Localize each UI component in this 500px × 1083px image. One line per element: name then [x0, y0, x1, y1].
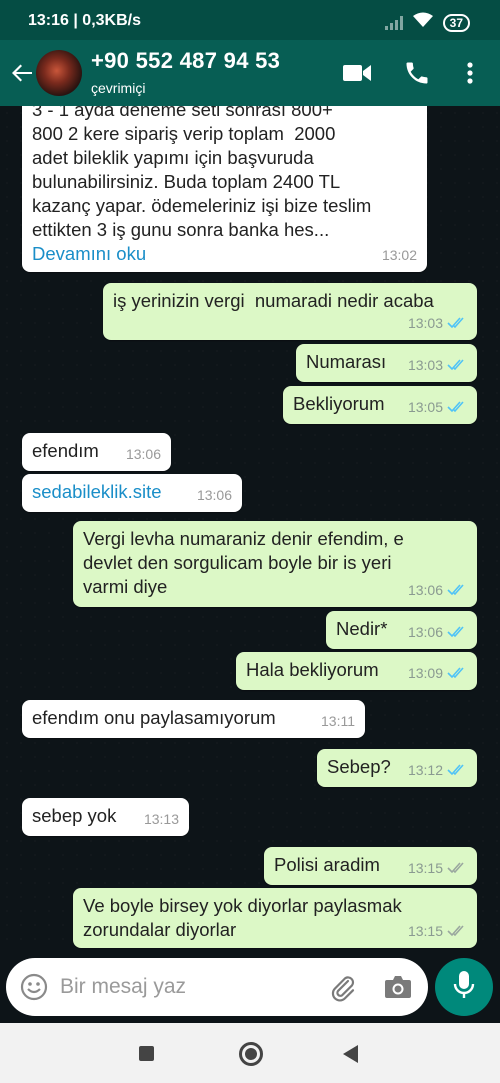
message-time: 13:03: [407, 315, 443, 331]
status-bar: 13:16 | 0,3KB/s 37: [0, 0, 500, 40]
chat-header: +90 552 487 94 53 çevrimiçi: [0, 40, 500, 106]
message-time: 13:09: [407, 665, 443, 681]
message-time: 13:06: [407, 582, 443, 598]
delivered-ticks-icon: [447, 862, 467, 874]
message-time: 13:05: [407, 399, 443, 415]
message-meta: 13:15: [408, 856, 467, 880]
message-time: 13:13: [143, 811, 179, 827]
read-ticks-icon: [447, 317, 467, 329]
emoji-icon[interactable]: [20, 973, 48, 1006]
message-outgoing[interactable]: iş yerinizin vergi numaradi nedir acaba …: [103, 283, 477, 340]
message-time: 13:15: [407, 923, 443, 939]
wifi-icon: [412, 12, 433, 33]
message-meta: 13:06: [126, 442, 161, 466]
message-outgoing[interactable]: Vergi levha numaraniz denir efendim, e d…: [73, 521, 477, 607]
message-time: 13:15: [407, 860, 443, 876]
message-outgoing[interactable]: Polisi aradim 13:15: [264, 847, 477, 885]
home-icon[interactable]: [239, 1042, 263, 1066]
message-outgoing[interactable]: Bekliyorum 13:05: [283, 386, 477, 424]
recent-apps-icon[interactable]: [139, 1046, 154, 1061]
message-incoming[interactable]: efendım onu paylasamıyorum 13:11: [22, 700, 365, 738]
message-time: 13:12: [407, 762, 443, 778]
message-meta: 13:02: [382, 243, 417, 267]
delivered-ticks-icon: [447, 925, 467, 937]
message-outgoing[interactable]: Nedir* 13:06: [326, 611, 477, 649]
read-more-link[interactable]: Devamını oku: [32, 242, 417, 266]
message-incoming[interactable]: 3 - 1 ayda deneme seti sonrası 800+ 800 …: [22, 106, 427, 272]
read-ticks-icon: [447, 667, 467, 679]
message-outgoing[interactable]: Hala bekliyorum 13:09: [236, 652, 477, 690]
message-incoming[interactable]: sedabileklik.site 13:06: [22, 474, 242, 512]
message-meta: 13:03: [408, 353, 467, 377]
message-meta: 13:06: [408, 578, 467, 602]
message-outgoing[interactable]: Numarası 13:03: [296, 344, 477, 382]
mic-icon: [453, 970, 475, 1005]
message-text: efendım onu paylasamıyorum: [32, 707, 276, 728]
contact-status: çevrimiçi: [91, 80, 146, 96]
battery-icon: 37: [442, 13, 470, 32]
arrow-left-icon[interactable]: [8, 59, 36, 87]
message-meta: 13:03: [408, 311, 467, 335]
message-meta: 13:11: [321, 709, 355, 733]
message-time: 13:03: [407, 357, 443, 373]
read-ticks-icon: [447, 584, 467, 596]
message-meta: 13:06: [197, 483, 232, 507]
clock: 13:16: [28, 12, 69, 29]
message-time: 13:06: [196, 487, 232, 503]
more-vert-icon[interactable]: [466, 61, 474, 90]
status-time: 13:16 | 0,3KB/s: [28, 12, 141, 29]
read-ticks-icon: [447, 626, 467, 638]
message-time: 13:06: [125, 446, 161, 462]
message-input-bar: [6, 958, 428, 1016]
status-icons: 37: [384, 12, 470, 33]
message-text: 3 - 1 ayda deneme seti sonrası 800+ 800 …: [32, 106, 372, 240]
message-meta: 13:15: [408, 919, 467, 943]
message-meta: 13:13: [144, 807, 179, 831]
read-ticks-icon: [447, 764, 467, 776]
read-ticks-icon: [447, 401, 467, 413]
network-speed: 0,3KB/s: [82, 12, 141, 29]
message-meta: 13:05: [408, 395, 467, 419]
paperclip-icon[interactable]: [328, 972, 358, 1007]
contact-name[interactable]: +90 552 487 94 53: [91, 48, 280, 74]
mic-button[interactable]: [435, 958, 493, 1016]
signal-icon: [384, 15, 403, 30]
message-time: 13:02: [381, 247, 417, 263]
message-incoming[interactable]: efendım 13:06: [22, 433, 171, 471]
camera-icon[interactable]: [384, 974, 412, 1005]
system-navigation-bar: [0, 1023, 500, 1083]
message-time: 13:11: [321, 713, 355, 729]
message-input[interactable]: [60, 970, 310, 1004]
message-meta: 13:12: [408, 758, 467, 782]
video-call-icon[interactable]: [342, 62, 372, 89]
message-outgoing[interactable]: Ve boyle birsey yok diyorlar paylasmak z…: [73, 888, 477, 948]
read-ticks-icon: [447, 359, 467, 371]
chat-area[interactable]: 3 - 1 ayda deneme seti sonrası 800+ 800 …: [0, 106, 500, 952]
back-triangle-icon[interactable]: [343, 1045, 358, 1063]
message-meta: 13:09: [408, 661, 467, 685]
message-incoming[interactable]: sebep yok 13:13: [22, 798, 189, 836]
avatar[interactable]: [36, 50, 82, 96]
message-time: 13:06: [407, 624, 443, 640]
message-meta: 13:06: [408, 620, 467, 644]
message-text: iş yerinizin vergi numaradi nedir acaba: [113, 290, 434, 311]
phone-icon[interactable]: [403, 59, 431, 92]
message-outgoing[interactable]: Sebep? 13:12: [317, 749, 477, 787]
